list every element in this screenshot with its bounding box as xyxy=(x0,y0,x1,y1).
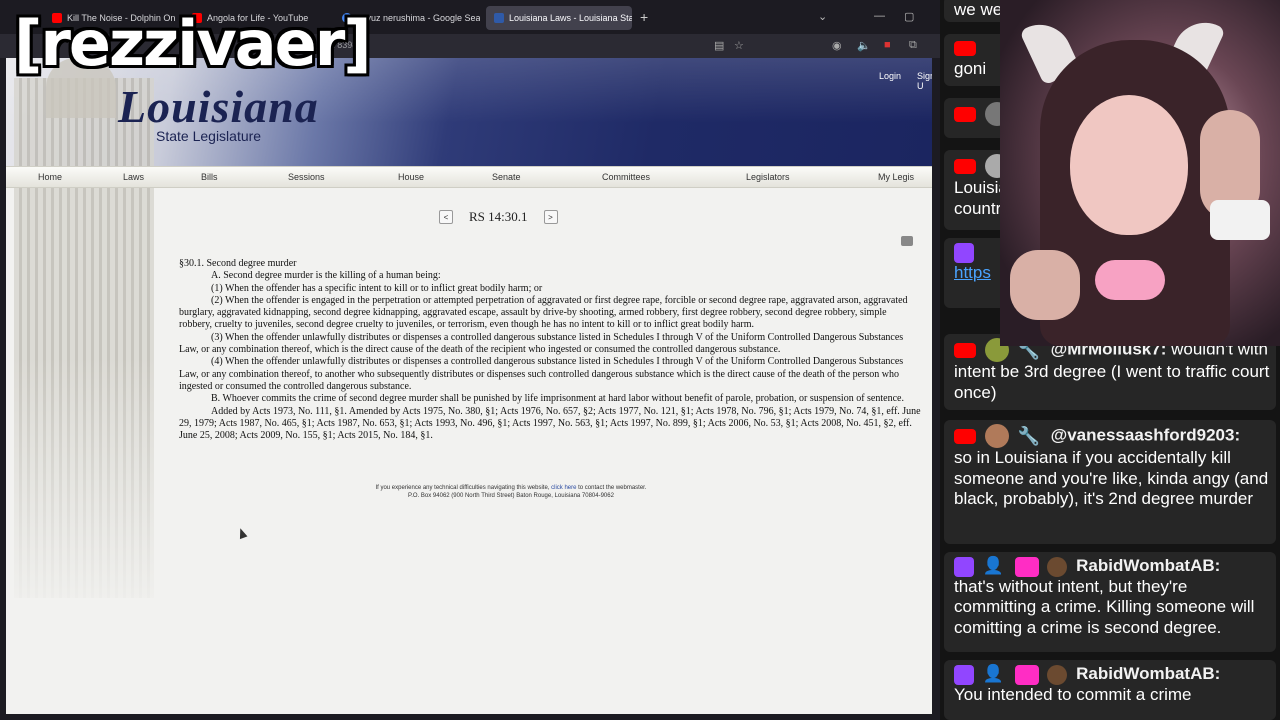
browser-window: Kill The Noise - Dolphin On W Angola for… xyxy=(0,0,940,720)
footer-text: If you experience any technical difficul… xyxy=(375,485,552,491)
chat-message: 🔧 @vanessaashford9203: so in Louisiana i… xyxy=(944,420,1276,544)
maximize-icon[interactable]: ▢ xyxy=(904,10,914,23)
previous-statute-button[interactable]: < xyxy=(439,210,453,224)
menu-item-committees[interactable]: Committees xyxy=(602,172,650,182)
chat-text: You intended to commit a crime xyxy=(954,684,1192,704)
moderator-wrench-icon: 🔧 xyxy=(1017,425,1040,446)
statute-paragraph: (2) When the offender is engaged in the … xyxy=(179,294,908,331)
streamer-face xyxy=(1070,95,1188,235)
statute-id: RS 14:30.1 xyxy=(469,209,528,224)
tab-louisiana-laws[interactable]: Louisiana Laws - Louisiana State × xyxy=(486,6,632,30)
chat-text: goni xyxy=(954,58,987,78)
chat-username: @vanessaashford9203: xyxy=(1050,425,1241,445)
twitch-icon xyxy=(954,242,974,263)
person-icon: 👤 xyxy=(982,556,1004,576)
footer-address: P.O. Box 94062 (900 North Third Street) … xyxy=(408,492,614,499)
avatar xyxy=(1047,664,1068,685)
statute-paragraph: B. Whoever commits the crime of second d… xyxy=(211,393,904,405)
youtube-icon xyxy=(954,342,976,358)
volume-icon[interactable]: 🔈 xyxy=(857,39,871,52)
chat-text: that's without intent, but they're commi… xyxy=(954,576,1255,637)
footer-line-1: If you experience any technical difficul… xyxy=(286,485,736,493)
site-logo-subtitle: State Legislature xyxy=(156,128,262,144)
person-icon: 👤 xyxy=(982,664,1004,684)
subscriber-gem-icon xyxy=(1014,556,1039,577)
chat-message: 👤 RabidWombatAB: that's without intent, … xyxy=(944,552,1276,652)
tower-fade xyxy=(6,358,186,658)
extension-icon[interactable]: ■ xyxy=(884,39,891,51)
next-statute-button[interactable]: > xyxy=(543,210,558,224)
statute-paragraph: (1) When the offender has a specific int… xyxy=(211,282,543,294)
menu-item-sessions[interactable]: Sessions xyxy=(288,172,325,182)
menu-item-house[interactable]: House xyxy=(398,172,424,182)
chat-username: RabidWombatAB: xyxy=(1076,556,1221,575)
footer-text: to contact the webmaster. xyxy=(576,485,647,491)
youtube-icon xyxy=(954,41,976,57)
minimize-icon[interactable]: — xyxy=(874,10,885,22)
webmaster-link[interactable]: click here xyxy=(551,485,576,491)
menu-item-home[interactable]: Home xyxy=(38,172,62,182)
reader-view-icon[interactable]: ▤ xyxy=(714,39,724,52)
subscriber-gem-icon xyxy=(1014,664,1039,685)
statute-navigator: < RS 14:30.1 > xyxy=(439,208,558,226)
menu-item-my-legis[interactable]: My Legis xyxy=(878,172,914,182)
page-footer: If you experience any technical difficul… xyxy=(286,485,736,500)
statute-history: Added by Acts 1973, No. 111, §1. Amended… xyxy=(179,405,921,442)
webcam-feed xyxy=(1000,0,1280,346)
youtube-icon xyxy=(954,106,976,122)
chat-message: 👤 RabidWombatAB: You intended to commit … xyxy=(944,660,1276,720)
chat-text[interactable]: https xyxy=(954,263,991,282)
avatar xyxy=(1047,556,1068,577)
twitch-icon xyxy=(954,664,974,685)
statute-paragraph: (3) When the offender unlawfully distrib… xyxy=(179,331,904,356)
tab-label: soyuz nerushima - Google Sear xyxy=(357,13,480,23)
main-menu: Home Laws Bills Sessions House Senate Co… xyxy=(6,166,932,188)
login-link[interactable]: Login xyxy=(879,71,901,81)
streamer-bow xyxy=(1095,260,1165,300)
statute-paragraph: A. Second degree murder is the killing o… xyxy=(211,270,441,282)
web-page: Louisiana State Legislature Login Sign-U… xyxy=(6,58,932,714)
bookmark-star-icon[interactable]: ☆ xyxy=(734,39,744,52)
twitch-icon xyxy=(954,556,974,577)
youtube-icon xyxy=(954,428,976,444)
menu-item-bills[interactable]: Bills xyxy=(201,172,218,182)
streamer-cuff xyxy=(1210,200,1270,240)
account-icon[interactable]: ◉ xyxy=(832,39,842,52)
chevron-down-icon[interactable]: ⌄ xyxy=(818,10,827,23)
tab-label: Louisiana Laws - Louisiana State xyxy=(509,13,632,23)
site-icon xyxy=(494,13,504,23)
new-tab-icon[interactable]: + xyxy=(640,9,648,25)
mouse-cursor-icon xyxy=(236,526,248,540)
youtube-icon xyxy=(954,158,976,174)
extensions-puzzle-icon[interactable]: ⧉ xyxy=(909,39,917,52)
statute-paragraph: (4) When the offender unlawfully distrib… xyxy=(179,356,904,392)
menu-item-senate[interactable]: Senate xyxy=(492,172,521,182)
menu-item-legislators[interactable]: Legislators xyxy=(746,172,790,182)
chat-username: RabidWombatAB: xyxy=(1076,664,1221,683)
statute-text: §30.1. Second degree murder A. Second de… xyxy=(179,258,921,442)
stream-frame: Kill The Noise - Dolphin On W Angola for… xyxy=(0,0,1280,720)
streamer-name-overlay: [rezzivaer] xyxy=(14,7,372,80)
site-logo-title[interactable]: Louisiana xyxy=(118,80,319,133)
streamer-hand-left xyxy=(1010,250,1080,320)
menu-item-laws[interactable]: Laws xyxy=(123,172,144,182)
print-icon[interactable] xyxy=(901,236,913,246)
avatar xyxy=(984,424,1009,448)
signup-link[interactable]: Sign-U xyxy=(917,71,932,91)
statute-title: §30.1. Second degree murder xyxy=(179,258,297,269)
chat-text: so in Louisiana if you accidentally kill… xyxy=(954,448,1269,508)
